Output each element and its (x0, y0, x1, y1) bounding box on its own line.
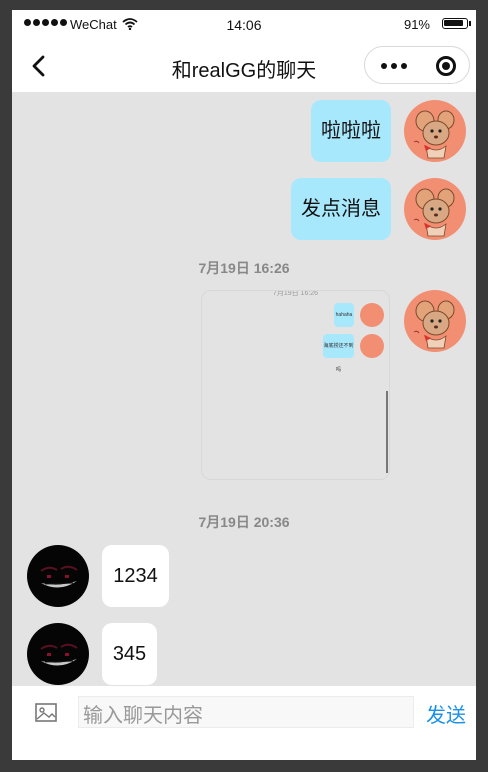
status-bar: WeChat 14:06 91% (12, 10, 476, 40)
mouse-cartoon-icon (413, 188, 455, 237)
dark-face-icon (40, 643, 78, 666)
dark-face-icon (40, 565, 78, 588)
message-timestamp: 7月19日 20:36 (198, 514, 290, 530)
target-close-icon[interactable] (431, 51, 461, 81)
avatar-self[interactable] (404, 178, 466, 240)
thumbnail-timestamp: 7月19日 16:26 (272, 290, 319, 297)
message-bubble-mine[interactable]: 发点消息 (291, 178, 391, 240)
thumbnail-avatar (360, 303, 384, 327)
image-icon[interactable] (34, 702, 58, 724)
avatar-contact[interactable] (27, 545, 89, 607)
message-bubble-other[interactable]: 1234 (102, 545, 169, 607)
thumbnail-bubble: 海底捞还不到吗 (323, 334, 354, 373)
chat-message-list[interactable]: 啦啦啦 发点消息 7月19日 16:26 7月19日 16:26 hahaha … (12, 92, 476, 686)
phone-screen: WeChat 14:06 91% 和realGG的聊天 啦啦啦 发点消息 7月1… (12, 10, 476, 760)
nav-bar: 和realGG的聊天 (12, 40, 476, 92)
more-dots-icon[interactable] (375, 47, 425, 83)
thumbnail-bubble: hahaha (334, 303, 354, 327)
message-input[interactable] (78, 696, 414, 728)
battery-percent: 91% (403, 17, 430, 32)
avatar-contact[interactable] (27, 623, 89, 685)
send-button[interactable]: 发送 (426, 699, 466, 728)
battery-level (444, 20, 463, 26)
battery-icon (442, 18, 471, 29)
thumbnail-avatar (360, 334, 384, 358)
input-bar: 发送 (12, 686, 476, 760)
message-timestamp: 7月19日 16:26 (198, 260, 290, 276)
avatar-self[interactable] (404, 100, 466, 162)
mini-program-capsule (364, 46, 470, 84)
mouse-cartoon-icon (413, 300, 455, 349)
image-message[interactable]: 7月19日 16:26 hahaha 海底捞还不到吗 (201, 290, 390, 480)
thumbnail-scrollbar (386, 391, 388, 473)
message-bubble-mine[interactable]: 啦啦啦 (311, 100, 391, 162)
avatar-self[interactable] (404, 290, 466, 352)
message-bubble-other[interactable]: 345 (102, 623, 157, 685)
mouse-cartoon-icon (413, 110, 455, 159)
